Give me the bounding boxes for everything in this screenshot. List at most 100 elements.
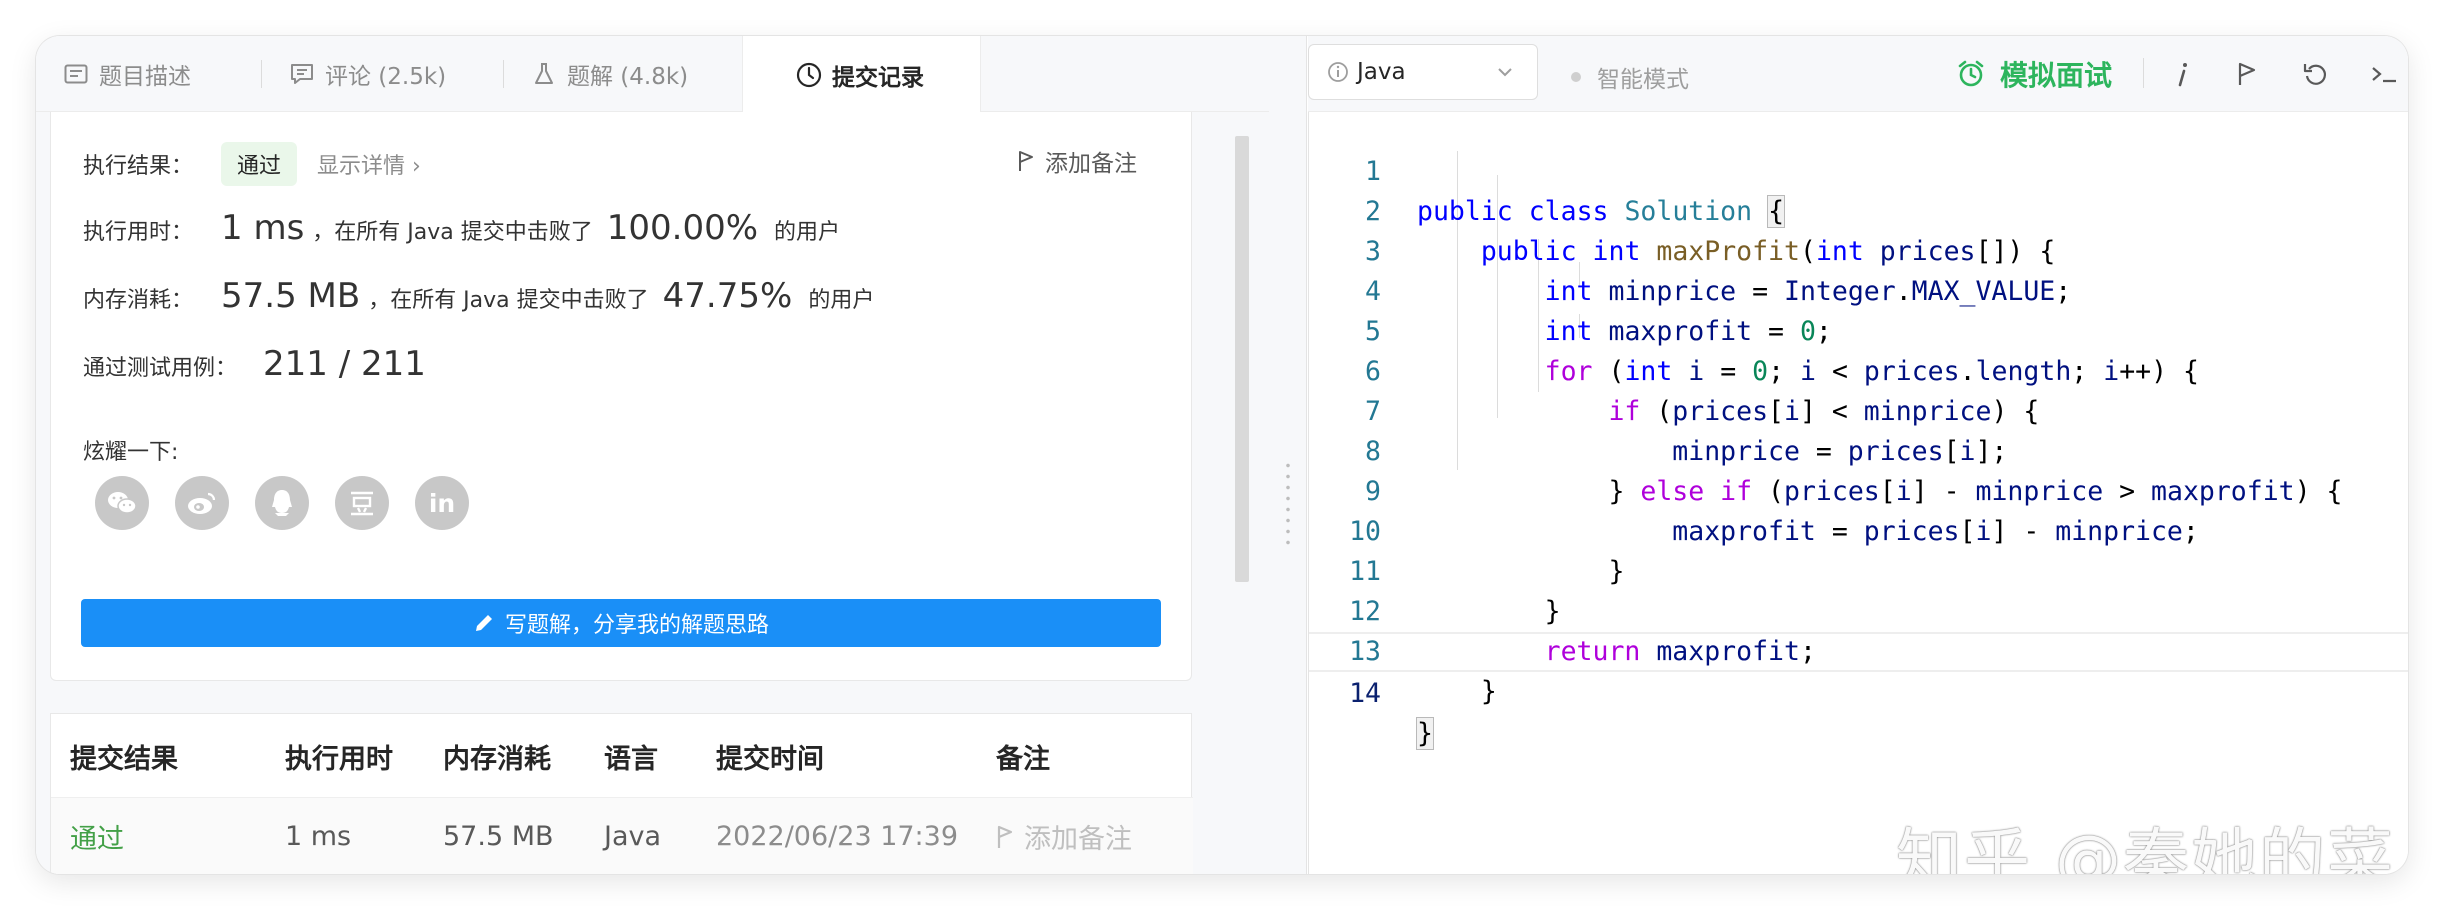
code-line: 9 maxprofit = prices[i] - minprice; [1309, 432, 2408, 547]
column-header-result[interactable]: 提交结果 [70, 714, 178, 798]
editor-toolbar: Java 智能模式 模拟面试 [1308, 36, 2408, 112]
share-icons: in [95, 476, 495, 530]
code-line: 4 int maxprofit = 0; [1309, 232, 2408, 347]
mock-interview-button[interactable]: 模拟面试 [1956, 54, 2112, 94]
code-line-current: 14 } [1309, 632, 2408, 750]
info-icon [1328, 62, 1348, 82]
tab-comments[interactable]: 评论 (2.5k) [262, 36, 504, 112]
linkedin-icon[interactable]: in [415, 476, 469, 530]
code-editor[interactable]: 1 public class Solution { 2 public int m… [1308, 112, 2408, 874]
flask-icon [530, 60, 558, 88]
smart-mode-toggle[interactable]: 智能模式 [1571, 60, 1689, 94]
tab-bar: 题目描述 评论 (2.5k) 题解 (4.8k) 提交记录 [36, 36, 1269, 113]
reset-icon[interactable] [2300, 58, 2332, 90]
testcases-value: 211 / 211 [263, 344, 426, 384]
runtime-suffix: 的用户 [774, 220, 841, 245]
row-runtime: 1 ms [285, 821, 352, 852]
status-dot [1571, 72, 1581, 82]
submission-result-card: 执行结果： 通过 显示详情 › 添加备注 执行用时： 1 ms ，在所有 Jav… [50, 112, 1192, 681]
result-row: 执行结果： 通过 显示详情 › [83, 142, 421, 186]
weibo-icon[interactable] [175, 476, 229, 530]
tab-label: 提交记录 [832, 64, 924, 91]
memory-row: 内存消耗： 57.5 MB ，在所有 Java 提交中击败了 47.75% 的用… [83, 276, 874, 316]
code-line: 12 return maxprofit; [1309, 552, 2408, 667]
testcases-row: 通过测试用例： 211 / 211 [83, 344, 434, 384]
column-header-time[interactable]: 提交时间 [716, 714, 824, 798]
code-line: 10 } [1309, 472, 2408, 587]
alarm-clock-icon [1958, 60, 1984, 87]
left-pane: 题目描述 评论 (2.5k) 题解 (4.8k) 提交记录 执行结果： 通过 显… [36, 36, 1269, 874]
tab-submissions[interactable]: 提交记录 [742, 36, 981, 113]
write-solution-button[interactable]: 写题解，分享我的解题思路 [81, 599, 1161, 647]
runtime-value: 1 ms [221, 208, 305, 248]
result-label: 执行结果： [83, 154, 194, 179]
code-line: 5 for (int i = 0; i < prices.length; i++… [1309, 272, 2408, 387]
tab-label: 题解 (4.8k) [567, 64, 689, 90]
app-window: 题目描述 评论 (2.5k) 题解 (4.8k) 提交记录 执行结果： 通过 显… [36, 36, 2408, 874]
memory-text: ，在所有 Java 提交中击败了 [368, 288, 649, 313]
memory-label: 内存消耗： [83, 288, 194, 313]
tab-label: 题目描述 [99, 64, 191, 90]
watermark: 知乎 @秦她的菜 [1896, 821, 2395, 874]
code-line: 11 } [1309, 512, 2408, 627]
runtime-label: 执行用时： [83, 220, 194, 245]
show-details-link[interactable]: 显示详情 › [317, 148, 421, 180]
column-header-note: 备注 [996, 743, 1050, 775]
run-flag-icon[interactable] [2230, 58, 2262, 90]
add-note-label: 添加备注 [1045, 151, 1137, 177]
douban-icon[interactable] [335, 476, 389, 530]
column-header-memory[interactable]: 内存消耗 [443, 714, 551, 798]
chevron-down-icon [1498, 68, 1512, 77]
code-line: 7 minprice = prices[i]; [1309, 352, 2408, 467]
code-line: 13 } [1309, 592, 2408, 707]
wechat-icon[interactable] [95, 476, 149, 530]
mock-interview-label: 模拟面试 [2000, 59, 2113, 92]
column-header-runtime[interactable]: 执行用时 [285, 714, 393, 798]
flag-icon [997, 825, 1013, 848]
share-label: 炫耀一下: [83, 440, 179, 465]
pencil-icon [475, 615, 492, 631]
editor-pane: Java 智能模式 模拟面试 1 public class Solution {… [1308, 36, 2408, 874]
code-line: 2 public int maxProfit(int prices[]) { [1309, 152, 2408, 267]
memory-suffix: 的用户 [808, 288, 875, 313]
language-value: Java [1357, 59, 1406, 85]
toolbar-divider [2143, 58, 2144, 88]
write-solution-label: 写题解，分享我的解题思路 [504, 613, 769, 638]
add-note-button[interactable]: 添加备注 [1017, 144, 1137, 178]
clock-icon [795, 61, 823, 89]
status-badge: 通过 [221, 142, 298, 186]
info-italic-icon[interactable] [2166, 58, 2198, 90]
tab-label: 评论 (2.5k) [325, 64, 447, 90]
smart-mode-label: 智能模式 [1597, 67, 1689, 93]
testcases-label: 通过测试用例： [83, 356, 238, 381]
row-submit-time: 2022/06/23 17:39 [716, 821, 959, 852]
code-line: 8 } else if (prices[i] - minprice > maxp… [1309, 392, 2408, 507]
memory-percent: 47.75% [662, 276, 793, 316]
row-result[interactable]: 通过 [70, 798, 124, 874]
pane-splitter[interactable] [1269, 36, 1307, 874]
memory-value: 57.5 MB [221, 276, 361, 316]
column-header-language[interactable]: 语言 [604, 714, 658, 798]
drag-handle-icon[interactable] [1286, 460, 1290, 550]
line-number: 14 [1349, 678, 1381, 709]
row-add-note-button[interactable]: 添加备注 [996, 798, 1132, 874]
description-icon [62, 60, 90, 88]
comment-icon [288, 60, 316, 88]
results-scrollbar[interactable] [1235, 136, 1249, 582]
share-row-label: 炫耀一下: [83, 434, 178, 466]
tab-description[interactable]: 题目描述 [36, 36, 262, 112]
row-add-note-label: 添加备注 [1024, 824, 1132, 855]
table-row[interactable]: 通过 1 ms 57.5 MB Java 2022/06/23 17:39 添加… [51, 798, 1193, 874]
code-line: 3 int minprice = Integer.MAX_VALUE; [1309, 192, 2408, 307]
runtime-row: 执行用时： 1 ms ，在所有 Java 提交中击败了 100.00% 的用户 [83, 208, 840, 248]
language-select[interactable]: Java [1308, 44, 1538, 100]
qq-icon[interactable] [255, 476, 309, 530]
submissions-table: 提交结果 执行用时 内存消耗 语言 提交时间 备注 通过 1 ms 57.5 M… [50, 713, 1193, 874]
runtime-percent: 100.00% [606, 208, 759, 248]
code-text: } [1416, 717, 1434, 750]
row-language: Java [604, 821, 662, 852]
runtime-text: ，在所有 Java 提交中击败了 [312, 220, 593, 245]
row-memory: 57.5 MB [443, 821, 554, 852]
console-icon[interactable] [2368, 58, 2400, 90]
tab-solutions[interactable]: 题解 (4.8k) [504, 36, 742, 112]
